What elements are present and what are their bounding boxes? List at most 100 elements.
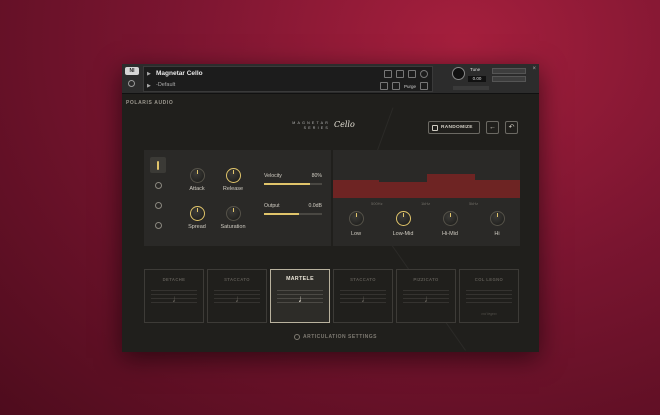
eq-hi-knob[interactable] <box>490 211 505 226</box>
plugin-window: NI ▶ Magnetar Cello ▶ -Default Purge Tun… <box>122 64 539 352</box>
tab-modulation[interactable] <box>150 177 166 193</box>
close-icon[interactable] <box>420 82 428 90</box>
eq-low-label: Low <box>350 231 362 237</box>
tune-label: Tune <box>470 67 481 72</box>
eq-display[interactable] <box>333 158 520 198</box>
product-name: Cello <box>334 120 355 129</box>
host-logo: NI <box>125 67 139 75</box>
prev-icon[interactable] <box>384 70 392 78</box>
saturation-knob[interactable] <box>226 206 241 221</box>
note-icon: ♩ <box>298 294 308 305</box>
eq-freq-label: 5kHz <box>469 201 479 206</box>
reverb-icon <box>154 221 162 229</box>
note-icon: ♩ <box>172 294 182 305</box>
next-icon[interactable] <box>396 70 404 78</box>
note-icon: ♩ <box>424 294 434 305</box>
eq-hi-mid-knob[interactable] <box>443 211 458 226</box>
bow-icon <box>157 160 159 170</box>
articulation-title: DETACHE <box>162 277 186 282</box>
instrument-controls-2: Purge <box>379 82 428 90</box>
note-icon: ♩ <box>235 294 245 305</box>
eq-freq-label: 1kHz <box>421 201 431 206</box>
release-knob[interactable] <box>226 168 241 183</box>
instrument-header: ▶ Magnetar Cello ▶ -Default Purge <box>143 66 433 92</box>
eq-low-mid-knob[interactable] <box>396 211 411 226</box>
eq-band-bar <box>333 180 379 198</box>
gear-icon <box>294 334 300 340</box>
articulation-subtitle: col legno <box>481 312 497 316</box>
eq-freq-label: 500Hz <box>371 201 383 206</box>
randomize-button[interactable]: RANDOMIZE <box>428 121 480 134</box>
tab-effects[interactable] <box>150 197 166 213</box>
articulation-title: PIZZICATO <box>413 277 439 282</box>
gear-icon[interactable] <box>128 80 135 87</box>
level-meter-right <box>492 76 526 82</box>
output-label: Output <box>264 203 280 209</box>
output-value: 0.0dB <box>308 203 322 209</box>
articulation-martele[interactable]: MARTELE ♩ <box>270 269 330 323</box>
instrument-name[interactable]: Magnetar Cello <box>156 70 203 77</box>
articulation-selector: DETACHE ♩ STACCATO ♩ MARTELE ♩ STACCATO <box>144 269 520 323</box>
controls-panel: Attack Release Spread Saturation Velocit… <box>144 150 331 246</box>
eq-hi-label: Hi <box>494 231 500 237</box>
eq-band-bar <box>427 174 475 198</box>
purge-button[interactable]: Purge <box>404 84 416 89</box>
output-slider[interactable] <box>264 213 322 215</box>
attack-label: Attack <box>189 186 205 192</box>
articulation-pizzicato[interactable]: PIZZICATO ♩ <box>396 269 456 323</box>
articulation-col-legno[interactable]: COL LEGNO col legno <box>459 269 519 323</box>
attack-knob[interactable] <box>190 168 205 183</box>
series-title: MAGNETAR SERIES <box>284 121 330 131</box>
staff <box>466 290 512 306</box>
articulation-title: STACCATO <box>224 277 250 282</box>
brand-logo: POLARIS AUDIO <box>126 100 174 106</box>
midi-icon[interactable] <box>379 82 388 90</box>
memory-icon[interactable] <box>391 82 400 90</box>
articulation-staccato[interactable]: STACCATO ♩ <box>207 269 267 323</box>
host-bar: NI ▶ Magnetar Cello ▶ -Default Purge Tun… <box>122 64 539 94</box>
velocity-label: Velocity <box>264 173 282 179</box>
expand-arrow-icon[interactable]: ▶ <box>147 71 151 77</box>
preset-name[interactable]: -Default <box>156 82 175 88</box>
note-icon: ♩ <box>361 294 371 305</box>
level-meter-left <box>492 68 526 74</box>
spread-knob[interactable] <box>190 206 205 221</box>
articulation-staccato-2[interactable]: STACCATO ♩ <box>333 269 393 323</box>
velocity-slider-fill <box>264 183 311 185</box>
effects-icon <box>154 201 162 209</box>
eq-hi-mid-label: Hi-Mid <box>442 231 458 237</box>
tune-knob[interactable] <box>452 67 465 80</box>
aux-strip <box>453 86 489 90</box>
articulation-settings-button[interactable]: ARTICULATION SETTINGS <box>294 334 377 340</box>
eq-band-bar <box>379 182 427 198</box>
side-tabs <box>150 157 166 237</box>
eq-band-bar <box>475 180 520 198</box>
info-icon[interactable] <box>420 70 428 78</box>
articulation-detache[interactable]: DETACHE ♩ <box>144 269 204 323</box>
articulation-title: MARTELE <box>286 276 314 282</box>
spread-label: Spread <box>188 224 206 230</box>
arrow-left-icon[interactable]: ← <box>486 121 499 134</box>
articulation-title: STACCATO <box>350 277 376 282</box>
saturation-label: Saturation <box>220 224 246 230</box>
velocity-value: 80% <box>311 173 322 179</box>
modulation-icon <box>154 181 162 189</box>
eq-low-knob[interactable] <box>349 211 364 226</box>
tab-main[interactable] <box>150 157 166 173</box>
eq-low-mid-label: Low-Mid <box>392 231 414 237</box>
velocity-slider[interactable] <box>264 183 322 185</box>
tune-value[interactable]: 0.00 <box>468 76 486 82</box>
output-slider-fill <box>264 213 299 215</box>
camera-icon[interactable] <box>408 70 416 78</box>
eq-panel: 500Hz 1kHz 5kHz Low Low-Mid Hi-Mid Hi <box>333 150 520 246</box>
undo-icon[interactable]: ↶ <box>505 121 518 134</box>
release-label: Release <box>222 186 244 192</box>
tab-reverb[interactable] <box>150 217 166 233</box>
dice-icon <box>432 124 438 131</box>
randomize-label: RANDOMIZE <box>441 125 473 130</box>
series-line2: SERIES <box>303 126 330 130</box>
close-window-icon[interactable]: × <box>532 66 536 72</box>
articulation-title: COL LEGNO <box>474 277 504 282</box>
preset-arrow-icon[interactable]: ▶ <box>147 83 151 89</box>
articulation-settings-label: ARTICULATION SETTINGS <box>303 334 378 340</box>
